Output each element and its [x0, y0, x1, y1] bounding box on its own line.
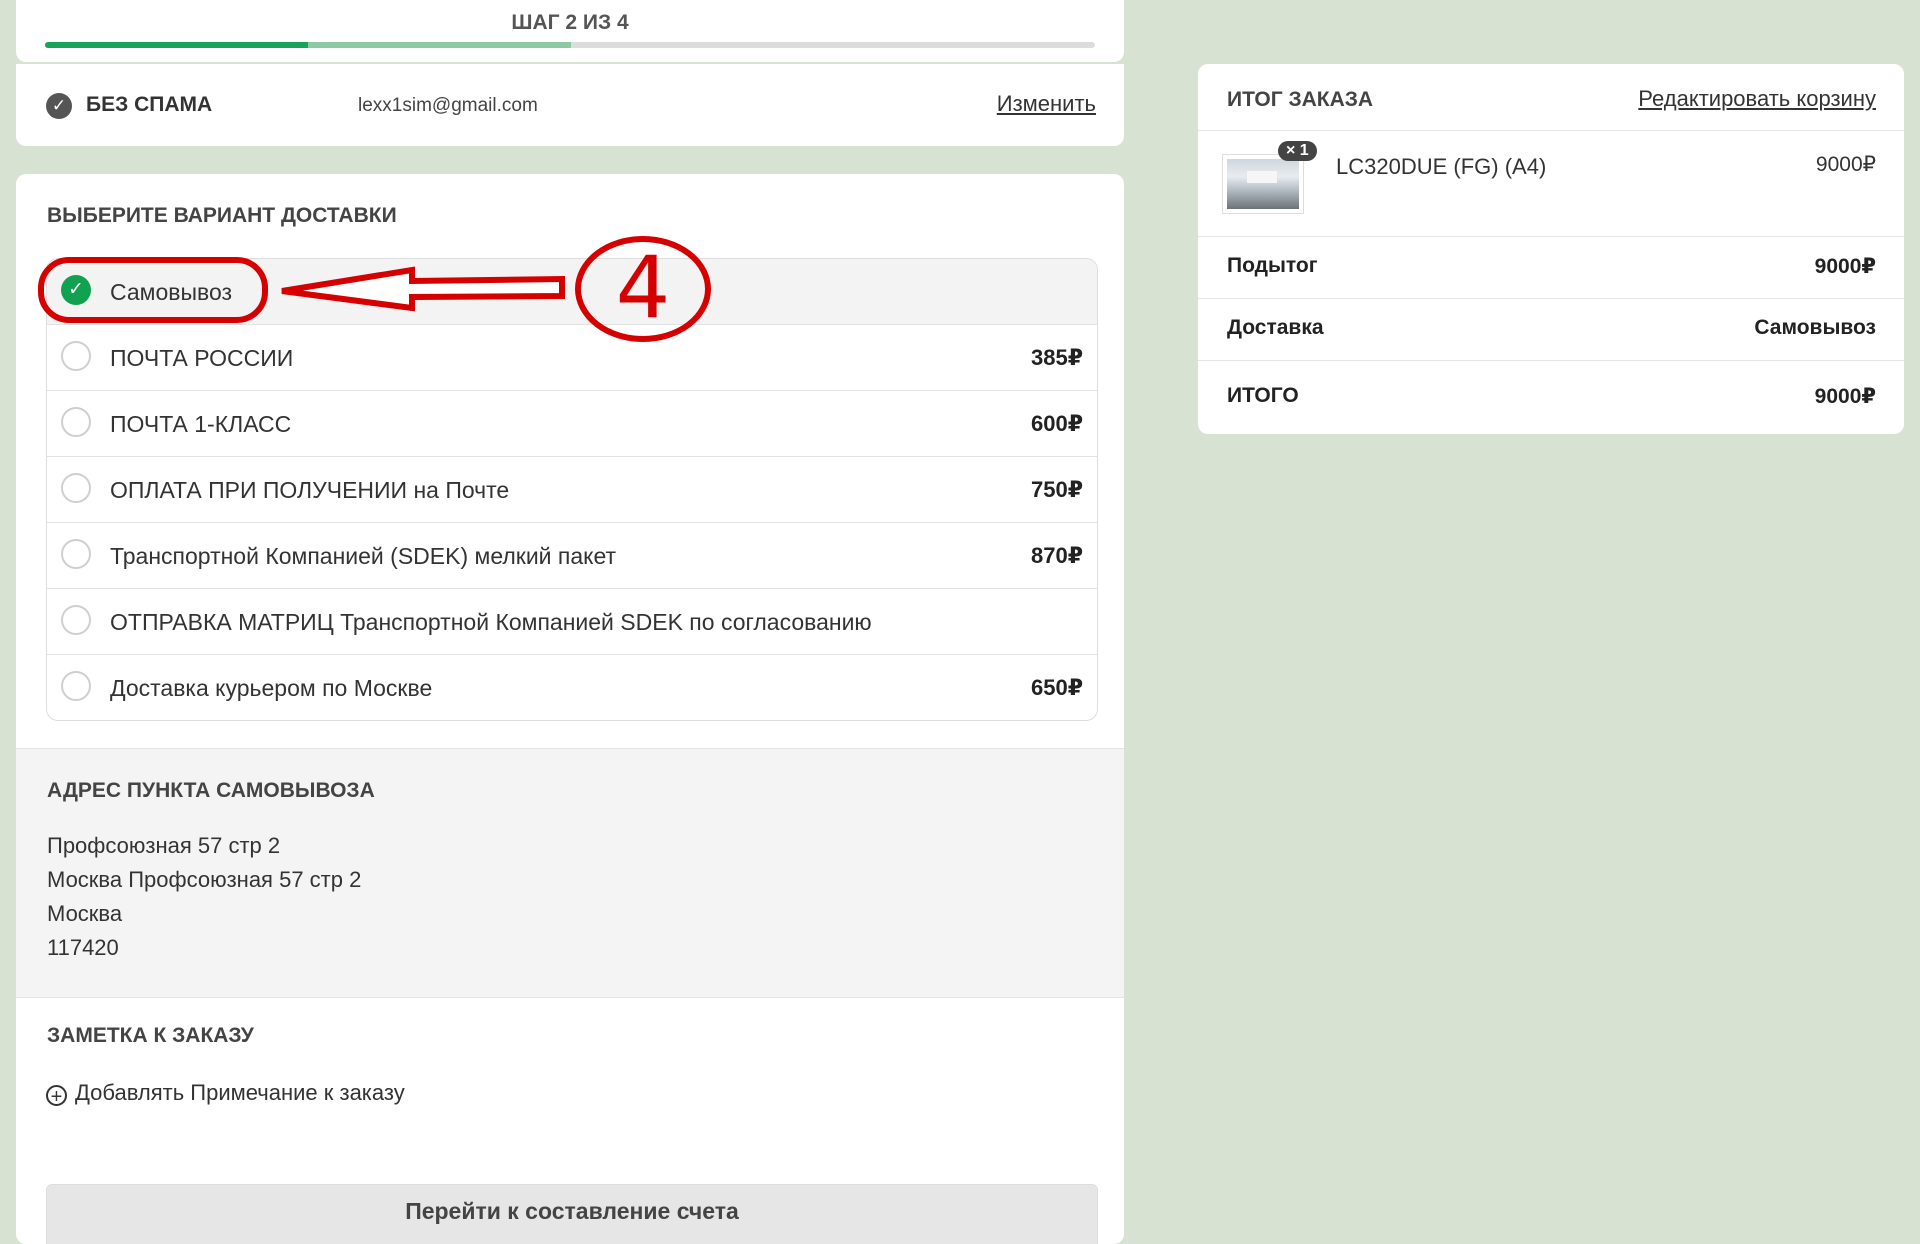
pickup-address-line: Москва Профсоюзная 57 стр 2 [47, 867, 362, 892]
subtotal-value: 9000₽ [1814, 255, 1876, 278]
pickup-address-line: Профсоюзная 57 стр 2 [47, 833, 281, 858]
product-name: LC320DUE (FG) (A4) [1336, 154, 1547, 179]
product-price: 9000₽ [1815, 153, 1876, 176]
step-indicator: ШАГ 2 ИЗ 4 [511, 11, 629, 34]
radio-unchecked-icon[interactable] [61, 341, 91, 371]
shipping-options-list: ✓ Самовывоз ПОЧТА РОССИИ 385₽ ПОЧТА 1-КЛ… [46, 258, 1098, 721]
check-circle-icon: ✓ [46, 93, 72, 119]
add-order-note-label: Добавлять Примечание к заказу [75, 1080, 405, 1105]
quantity-badge: × 1 [1278, 141, 1317, 161]
shipping-option-price: 650₽ [1030, 675, 1083, 700]
divider [1198, 130, 1904, 131]
radio-unchecked-icon[interactable] [61, 671, 91, 701]
contact-email: lexx1sim@gmail.com [358, 95, 538, 116]
radio-checked-icon[interactable]: ✓ [61, 275, 91, 305]
pickup-title: АДРЕС ПУНКТА САМОВЫВОЗА [47, 779, 375, 802]
radio-unchecked-icon[interactable] [61, 473, 91, 503]
shipping-option-price: 870₽ [1030, 543, 1083, 568]
order-note-title: ЗАМЕТКА К ЗАКАЗУ [47, 1024, 254, 1047]
shipping-option-sdek-matrix[interactable]: ОТПРАВКА МАТРИЦ Транспортной Компанией S… [47, 589, 1097, 655]
shipping-option-price: 750₽ [1030, 477, 1083, 502]
radio-unchecked-icon[interactable] [61, 539, 91, 569]
shipping-option-price: 600₽ [1030, 411, 1083, 436]
shipping-option-label: Доставка курьером по Москве [110, 675, 433, 701]
order-summary-title: ИТОГ ЗАКАЗА [1227, 88, 1374, 111]
divider [1198, 236, 1904, 237]
shipping-option-courier-moscow[interactable]: Доставка курьером по Москве 650₽ [47, 655, 1097, 720]
shipping-option-label: Транспортной Компанией (SDEK) мелкий пак… [110, 543, 617, 569]
order-summary-card: ИТОГ ЗАКАЗА Редактировать корзину × 1 LC… [1198, 64, 1904, 434]
shipping-option-cash-on-delivery[interactable]: ОПЛАТА ПРИ ПОЛУЧЕНИИ на Почте 750₽ [47, 457, 1097, 523]
step-progress-bar [45, 42, 1095, 48]
radio-unchecked-icon[interactable] [61, 407, 91, 437]
total-label: ИТОГО [1227, 384, 1299, 407]
step-progress-current [308, 42, 571, 48]
pickup-address-section: АДРЕС ПУНКТА САМОВЫВОЗА Профсоюзная 57 с… [16, 748, 1124, 998]
shipping-option-pickup[interactable]: ✓ Самовывоз [47, 259, 1097, 325]
checkout-step-card: ШАГ 2 ИЗ 4 [16, 0, 1124, 62]
divider [1198, 360, 1904, 361]
shipping-option-price: 385₽ [1030, 345, 1083, 370]
shipping-option-label: Самовывоз [110, 279, 233, 305]
proceed-to-invoice-button[interactable]: Перейти к составление счета [46, 1184, 1098, 1244]
total-value: 9000₽ [1814, 385, 1876, 408]
change-contact-link[interactable]: Изменить [997, 91, 1096, 117]
annotation-step-number: 4 [615, 238, 671, 338]
edit-cart-link[interactable]: Редактировать корзину [1638, 86, 1876, 112]
shipping-option-sdek-small[interactable]: Транспортной Компанией (SDEK) мелкий пак… [47, 523, 1097, 589]
contact-label: БЕЗ СПАМА [86, 93, 213, 116]
divider [1198, 298, 1904, 299]
shipping-option-label: ОПЛАТА ПРИ ПОЛУЧЕНИИ на Почте [110, 477, 510, 503]
shipping-summary-value: Самовывоз [1754, 316, 1876, 339]
plus-circle-icon: + [46, 1085, 67, 1107]
shipping-title: ВЫБЕРИТЕ ВАРИАНТ ДОСТАВКИ [47, 204, 397, 227]
product-image [1227, 159, 1299, 209]
pickup-address-line: 117420 [47, 935, 119, 960]
pickup-address-line: Москва [47, 901, 123, 926]
shipping-option-post-first-class[interactable]: ПОЧТА 1-КЛАСС 600₽ [47, 391, 1097, 457]
subtotal-label: Подытог [1227, 254, 1318, 277]
shipping-option-label: ПОЧТА РОССИИ [110, 345, 294, 371]
shipping-option-russian-post[interactable]: ПОЧТА РОССИИ 385₽ [47, 325, 1097, 391]
step-progress-complete [45, 42, 308, 48]
radio-unchecked-icon[interactable] [61, 605, 91, 635]
shipping-option-label: ОТПРАВКА МАТРИЦ Транспортной Компанией S… [110, 609, 872, 635]
contact-card: ✓ БЕЗ СПАМА lexx1sim@gmail.com Изменить [16, 64, 1124, 146]
product-thumbnail [1222, 154, 1304, 214]
add-order-note-link[interactable]: + Добавлять Примечание к заказу [46, 1080, 405, 1107]
checkout-main-card: ВЫБЕРИТЕ ВАРИАНТ ДОСТАВКИ ✓ Самовывоз ПО… [16, 174, 1124, 1244]
shipping-option-label: ПОЧТА 1-КЛАСС [110, 411, 292, 437]
shipping-summary-label: Доставка [1227, 316, 1324, 339]
